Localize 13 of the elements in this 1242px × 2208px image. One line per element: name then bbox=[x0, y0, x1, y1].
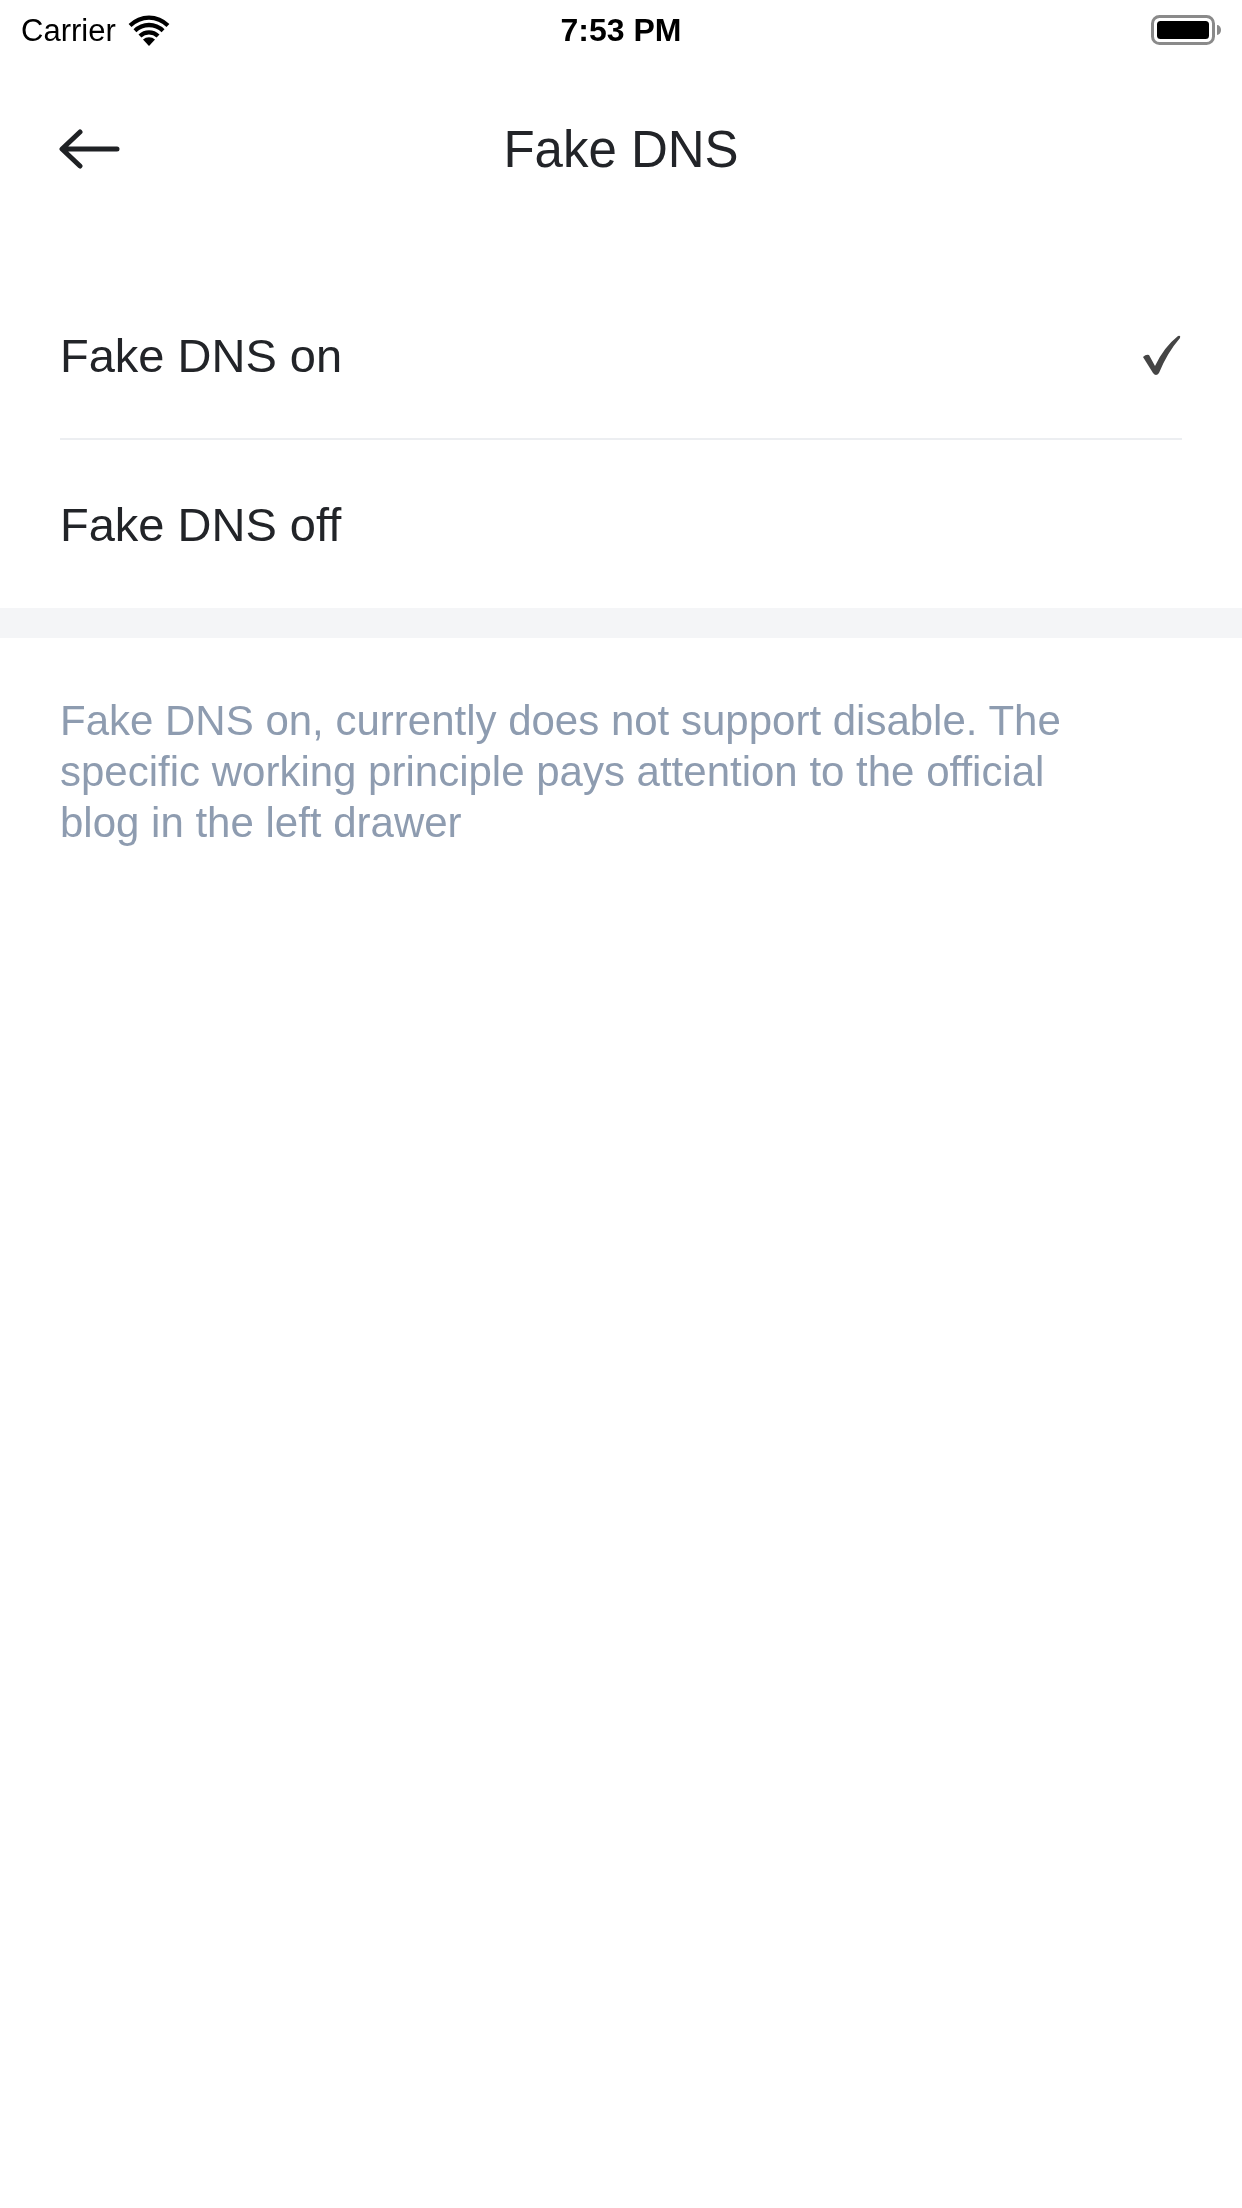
checkmark-icon bbox=[1140, 333, 1182, 377]
back-arrow-icon bbox=[58, 129, 120, 169]
battery-icon bbox=[1151, 15, 1221, 45]
option-row[interactable]: Fake DNS on bbox=[60, 272, 1182, 440]
wifi-icon bbox=[127, 14, 170, 46]
option-label: Fake DNS off bbox=[60, 500, 342, 548]
note-text: Fake DNS on, currently does not support disable. The specific working principle pays attention to the official blog in the left drawer bbox=[60, 696, 1062, 848]
option-row[interactable]: Fake DNS off bbox=[60, 440, 1182, 608]
carrier-label: Carrier bbox=[21, 14, 116, 46]
option-label: Fake DNS on bbox=[60, 331, 343, 379]
back-button[interactable] bbox=[58, 129, 120, 169]
page-title: Fake DNS bbox=[503, 123, 739, 175]
status-time: 7:53 PM bbox=[560, 14, 682, 46]
